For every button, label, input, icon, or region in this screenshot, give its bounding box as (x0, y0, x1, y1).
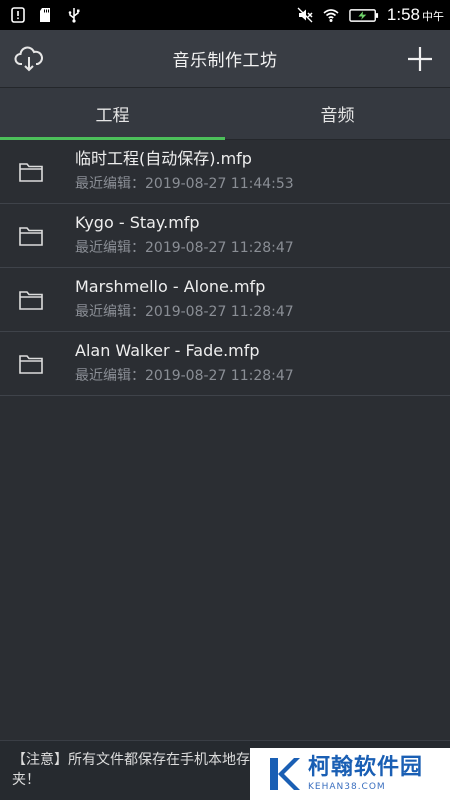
file-last-edited: 最近编辑：2019-08-27 11:28:47 (75, 240, 294, 256)
status-left (10, 7, 82, 23)
battery-charging-icon (349, 8, 378, 22)
mute-icon (297, 7, 313, 23)
file-text: 临时工程(自动保存).mfp 最近编辑：2019-08-27 11:44:53 (75, 148, 294, 195)
file-last-edited: 最近编辑：2019-08-27 11:28:47 (75, 304, 294, 320)
file-text: Alan Walker - Fade.mfp 最近编辑：2019-08-27 1… (75, 340, 294, 387)
tab-audio[interactable]: 音频 (225, 88, 450, 139)
list-item[interactable]: 临时工程(自动保存).mfp 最近编辑：2019-08-27 11:44:53 (0, 140, 450, 204)
project-file-list: 临时工程(自动保存).mfp 最近编辑：2019-08-27 11:44:53 … (0, 140, 450, 396)
list-item[interactable]: Kygo - Stay.mfp 最近编辑：2019-08-27 11:28:47 (0, 204, 450, 268)
status-time-group: 1:58 中午 (387, 5, 444, 25)
status-bar: 1:58 中午 (0, 0, 450, 30)
folder-icon (19, 291, 43, 310)
wifi-icon (323, 9, 339, 22)
watermark-logo: 柯翰软件园 KEHAN38.COM (250, 748, 450, 800)
list-item[interactable]: Marshmello - Alone.mfp 最近编辑：2019-08-27 1… (0, 268, 450, 332)
watermark-title: 柯翰软件园 (308, 755, 424, 780)
usb-icon (68, 8, 80, 23)
cloud-download-icon[interactable] (14, 44, 44, 74)
folder-icon (19, 163, 43, 182)
kehan-logo-icon (270, 758, 300, 790)
page-title: 音乐制作工坊 (172, 51, 278, 71)
file-text: Kygo - Stay.mfp 最近编辑：2019-08-27 11:28:47 (75, 212, 294, 259)
file-name: Kygo - Stay.mfp (75, 213, 200, 232)
alert-icon (11, 7, 25, 23)
list-item[interactable]: Alan Walker - Fade.mfp 最近编辑：2019-08-27 1… (0, 332, 450, 396)
status-ampm: 中午 (422, 10, 444, 23)
file-text: Marshmello - Alone.mfp 最近编辑：2019-08-27 1… (75, 276, 294, 323)
tab-label: 工程 (95, 106, 130, 126)
file-name: Marshmello - Alone.mfp (75, 277, 266, 296)
folder-icon (19, 227, 43, 246)
file-last-edited: 最近编辑：2019-08-27 11:28:47 (75, 368, 294, 384)
watermark-subtitle: KEHAN38.COM (308, 782, 386, 792)
file-name: 临时工程(自动保存).mfp (75, 149, 252, 168)
tab-label: 音频 (320, 106, 355, 126)
app-toolbar: 音乐制作工坊 (0, 30, 450, 88)
status-time: 1:58 (386, 5, 420, 24)
tab-projects[interactable]: 工程 (0, 88, 225, 140)
file-name: Alan Walker - Fade.mfp (75, 341, 260, 360)
watermark-texts: 柯翰软件园 KEHAN38.COM (308, 755, 423, 793)
folder-icon (19, 355, 43, 374)
status-right: 1:58 中午 (297, 5, 444, 25)
tab-bar: 工程 音频 (0, 88, 450, 140)
file-last-edited: 最近编辑：2019-08-27 11:44:53 (75, 176, 294, 192)
add-icon[interactable] (406, 45, 434, 73)
sd-card-icon (40, 8, 50, 22)
